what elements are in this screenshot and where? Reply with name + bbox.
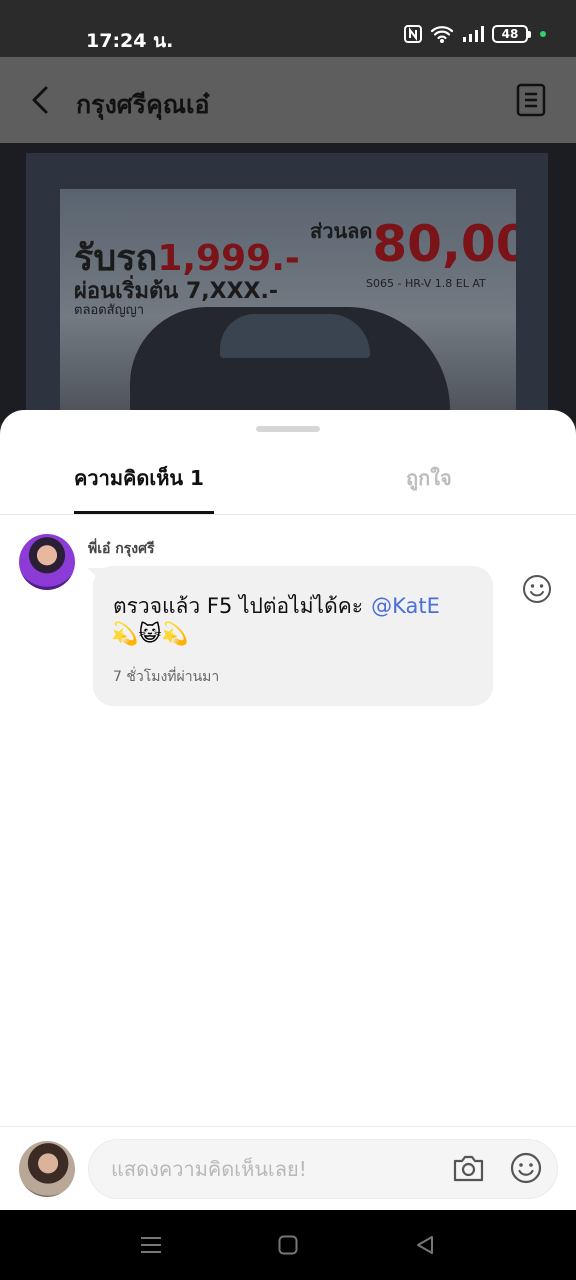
tab-likes[interactable]: ถูกใจ: [406, 462, 452, 494]
back-arrow-icon[interactable]: [28, 84, 54, 116]
post-image[interactable]: รับรถ1,999.- ส่วนลด80,000.- ผ่อนเริ่มต้น…: [60, 189, 516, 423]
tab-bar: ความคิดเห็น 1 ถูกใจ: [0, 452, 576, 515]
commenter-name[interactable]: พี่เอ๋ กรุงศรี: [88, 538, 155, 560]
comment-timestamp: 7 ชั่วโมงที่ผ่านมา: [113, 669, 220, 685]
comment-mention[interactable]: @KatE: [371, 594, 440, 618]
promo-discount-value: 80,000.-: [372, 215, 516, 273]
system-nav-bar: [0, 1210, 576, 1280]
home-icon[interactable]: [278, 1235, 298, 1255]
note-icon[interactable]: [516, 83, 546, 117]
comment-bubble[interactable]: ตรวจแล้ว F5 ไปต่อไม่ได้คะ @KatE 💫😺💫 7 ชั่…: [93, 566, 493, 706]
post-background: รับรถ1,999.- ส่วนลด80,000.- ผ่อนเริ่มต้น…: [0, 143, 576, 423]
signal-icon: [463, 26, 484, 42]
promo-discount-label: ส่วนลด: [310, 219, 373, 243]
comment-text: ตรวจแล้ว F5 ไปต่อไม่ได้คะ @KatE: [113, 590, 440, 623]
app-header: กรุงศรีคุณเอ๋: [0, 57, 576, 143]
promo-discount: ส่วนลด80,000.-: [310, 215, 516, 273]
comment-input[interactable]: [88, 1139, 558, 1199]
battery-indicator: 48: [492, 25, 531, 43]
camera-icon[interactable]: [452, 1153, 485, 1183]
status-bar: 17:24 น. 48: [0, 0, 576, 57]
commenter-avatar[interactable]: [19, 534, 75, 590]
comment-composer: [0, 1126, 576, 1210]
comment-body: ตรวจแล้ว F5 ไปต่อไม่ได้คะ: [113, 594, 364, 618]
status-time: 17:24 น.: [86, 30, 174, 52]
car-window: [220, 314, 370, 358]
wifi-icon: [430, 26, 454, 43]
status-icons: 48: [404, 24, 546, 44]
add-reaction-icon[interactable]: [522, 574, 552, 604]
tab-comments[interactable]: ความคิดเห็น 1: [74, 462, 204, 494]
comments-sheet: ความคิดเห็น 1 ถูกใจ พี่เอ๋ กรุงศรี ตรวจแ…: [0, 410, 576, 1210]
tab-active-indicator: [74, 511, 214, 514]
emoji-icon[interactable]: [510, 1152, 542, 1184]
page-title: กรุงศรีคุณเอ๋: [76, 90, 210, 119]
promo-model: S065 - HR-V 1.8 EL AT: [366, 277, 486, 290]
post-frame: รับรถ1,999.- ส่วนลด80,000.- ผ่อนเริ่มต้น…: [26, 153, 548, 423]
my-avatar[interactable]: [19, 1141, 75, 1197]
sheet-grabber[interactable]: [256, 426, 320, 432]
promo-term: ตลอดสัญญา: [74, 303, 145, 318]
charging-dot-icon: [540, 31, 546, 37]
recent-apps-icon[interactable]: [140, 1235, 162, 1255]
back-triangle-icon[interactable]: [414, 1234, 436, 1256]
nfc-icon: [404, 25, 422, 43]
comment-emoji: 💫😺💫: [111, 622, 189, 647]
